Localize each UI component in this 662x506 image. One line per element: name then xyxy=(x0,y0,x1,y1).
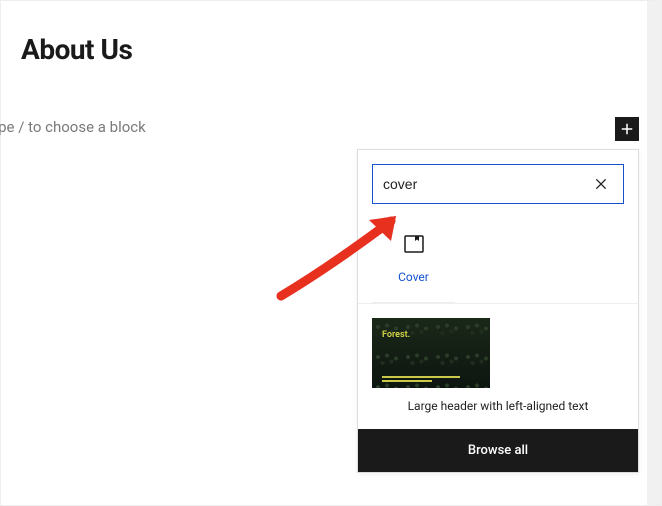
cover-block-icon xyxy=(402,232,426,256)
scrollbar[interactable] xyxy=(647,1,661,505)
search-input[interactable] xyxy=(383,176,589,192)
browse-all-button[interactable]: Browse all xyxy=(358,429,638,472)
pattern-thumb-line2 xyxy=(382,380,432,382)
pattern-thumb-label: Forest. xyxy=(382,330,410,340)
add-block-button[interactable] xyxy=(615,117,639,141)
clear-search-button[interactable] xyxy=(589,172,613,196)
block-inserter-panel: Cover Forest. Large header with left-ali… xyxy=(357,149,639,473)
block-prompt[interactable]: ype / to choose a block xyxy=(0,66,661,136)
search-box xyxy=(372,164,624,204)
pattern-thumbnail[interactable]: Forest. xyxy=(372,318,490,388)
plus-icon xyxy=(618,120,636,138)
close-icon xyxy=(593,176,609,192)
pattern-section: Forest. Large header with left-aligned t… xyxy=(358,303,638,429)
pattern-thumb-line xyxy=(382,376,460,378)
pattern-caption: Large header with left-aligned text xyxy=(372,396,624,429)
block-result-label: Cover xyxy=(398,270,429,284)
search-wrap xyxy=(358,150,638,218)
page-title[interactable]: About Us xyxy=(1,1,661,66)
block-result-cover[interactable]: Cover xyxy=(372,218,455,303)
editor-canvas: About Us ype / to choose a block Cover F xyxy=(0,0,662,506)
